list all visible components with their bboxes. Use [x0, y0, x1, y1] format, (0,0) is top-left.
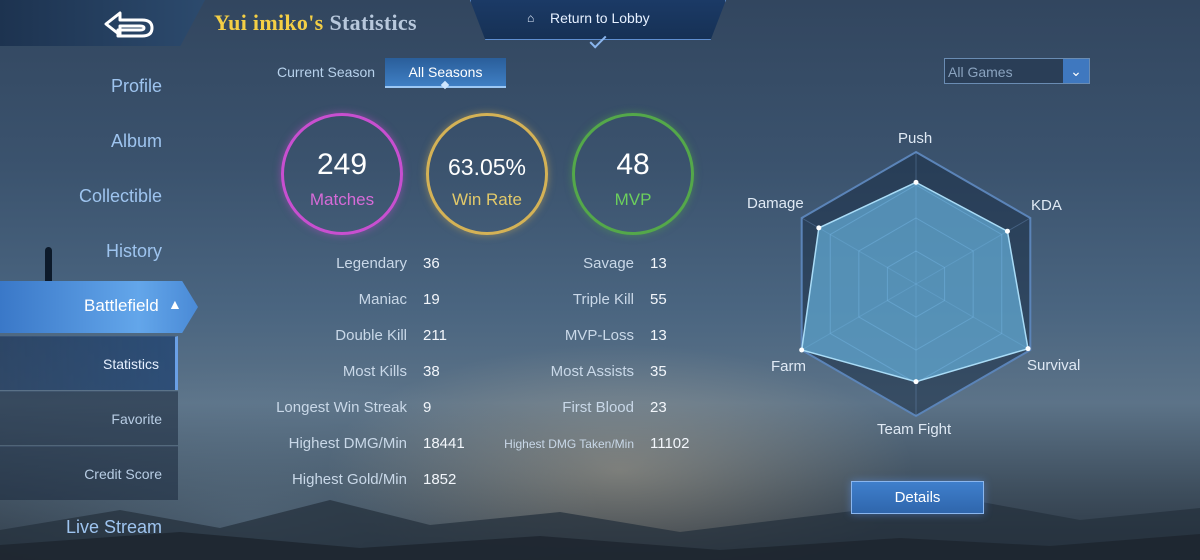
radar-point-kda — [1004, 228, 1010, 234]
stat-value-triple-kill: 55 — [650, 291, 667, 308]
stat-label-highest-dmg-taken-min: Highest DMG Taken/Min — [504, 437, 634, 451]
stat-label-maniac: Maniac — [358, 291, 407, 308]
tab-current-season[interactable]: Current Season — [270, 58, 382, 88]
stat-value-highest-gold-min: 1852 — [423, 471, 457, 488]
stat-label-highest-gold-min: Highest Gold/Min — [291, 471, 407, 488]
radar-label-survival: Survival — [1027, 357, 1081, 374]
radar-label-push: Push — [898, 130, 933, 147]
radar-point-push — [913, 179, 919, 185]
stat-value-highest-dmg-taken-min: 11102 — [650, 435, 690, 452]
chevron-down-icon: ⌄ — [1063, 59, 1089, 83]
stat-label-mvp-loss: MVP-Loss — [564, 327, 634, 344]
stat-label-double-kill: Double Kill — [335, 327, 407, 344]
tab-all-seasons-label: All Seasons — [408, 64, 483, 80]
performance-radar — [799, 150, 1032, 418]
active-tab-indicator — [440, 80, 450, 90]
back-arrow-icon — [104, 11, 154, 38]
stat-label-most-assists: Most Assists — [550, 363, 634, 380]
sidebar-subitem-favorite[interactable]: Favorite — [0, 391, 178, 445]
stat-label-highest-dmg-min: Highest DMG/Min — [288, 435, 407, 452]
sidebar-item-live-stream[interactable]: Live Stream — [40, 517, 162, 538]
matches-value: 249 — [316, 148, 368, 181]
stat-label-triple-kill: Triple Kill — [572, 291, 634, 308]
mvp-stat: 48 MVP — [572, 113, 694, 235]
radar-point-damage — [816, 225, 822, 231]
sidebar-subitem-statistics[interactable]: Statistics — [0, 336, 178, 390]
sidebar-item-battlefield[interactable]: Battlefield ▲ — [0, 281, 198, 333]
radar-label-kda: KDA — [1031, 197, 1062, 214]
details-button[interactable]: Details — [851, 481, 984, 514]
title-suffix: Statistics — [329, 10, 417, 35]
game-mode-value: All Games — [948, 64, 1013, 80]
sidebar-item-album[interactable]: Album — [60, 131, 162, 152]
stat-value-most-assists: 35 — [650, 363, 667, 380]
radar-label-damage: Damage — [747, 195, 804, 212]
sidebar-item-history[interactable]: History — [60, 241, 162, 262]
radar-point-farm — [799, 347, 805, 353]
stat-value-mvp-loss: 13 — [650, 327, 667, 344]
matches-label: Matches — [309, 190, 375, 209]
chevron-up-icon: ▲ — [168, 296, 182, 312]
radar-point-team-fight — [913, 379, 919, 385]
sidebar-item-profile[interactable]: Profile — [60, 76, 162, 97]
mvp-value: 48 — [616, 148, 650, 181]
radar-point-survival — [1025, 346, 1031, 352]
stat-label-longest-win-streak: Longest Win Streak — [276, 399, 407, 416]
stat-label-savage: Savage — [583, 255, 634, 272]
stat-value-first-blood: 23 — [650, 399, 667, 416]
sidebar-item-collectible[interactable]: Collectible — [40, 186, 162, 207]
game-mode-select[interactable]: All Games ⌄ — [944, 58, 1090, 84]
sidebar-subitem-credit-score[interactable]: Credit Score — [0, 446, 178, 500]
home-icon: ⌂ — [527, 11, 535, 25]
radar-label-farm: Farm — [771, 358, 806, 375]
stat-label-first-blood: First Blood — [562, 399, 634, 416]
radar-label-team-fight: Team Fight — [877, 421, 952, 438]
tab-all-seasons[interactable]: All Seasons — [385, 58, 506, 90]
mvp-label: MVP — [614, 190, 652, 209]
battlefield-label: Battlefield — [84, 296, 159, 315]
player-name: Yui imiko's — [214, 10, 324, 35]
return-to-lobby-label: Return to Lobby — [550, 10, 650, 26]
back-button[interactable] — [0, 0, 205, 46]
background-mountains — [0, 498, 1200, 560]
win-rate-label: Win Rate — [452, 190, 522, 209]
stat-label-legendary: Legendary — [336, 255, 407, 272]
page-title: Yui imiko's Statistics — [214, 10, 417, 36]
win-rate-value: 63.05% — [447, 154, 526, 180]
stat-value-savage: 13 — [650, 255, 667, 272]
stat-label-most-kills: Most Kills — [342, 363, 407, 380]
win-rate-stat: 63.05% Win Rate — [426, 113, 548, 235]
matches-stat: 249 Matches — [281, 113, 403, 235]
